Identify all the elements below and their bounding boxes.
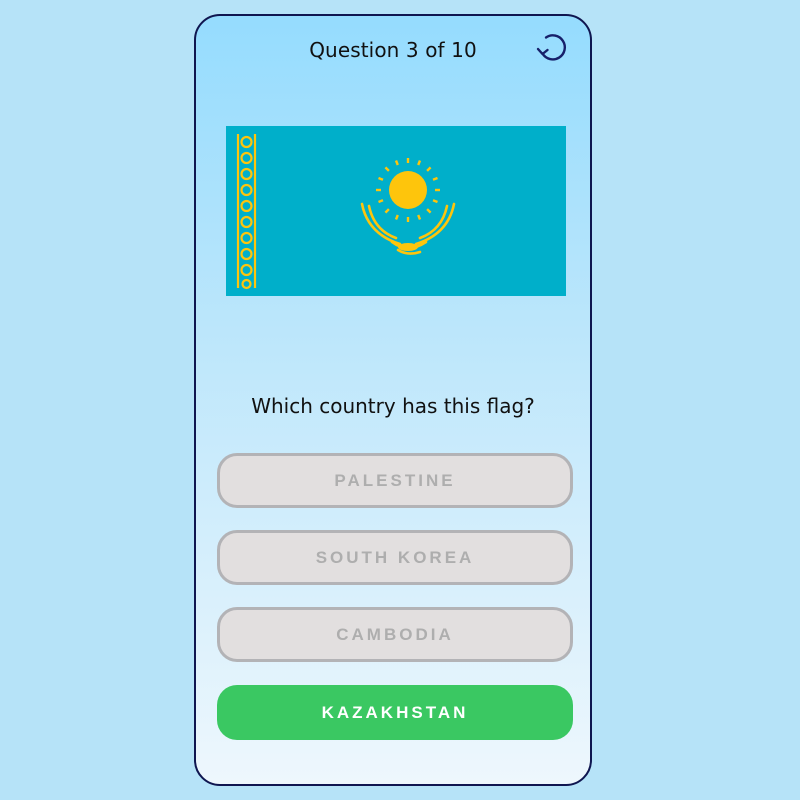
question-counter: Question 3 of 10	[309, 38, 477, 62]
restart-button[interactable]	[532, 27, 572, 67]
flag-sun	[389, 171, 427, 209]
kazakhstan-flag	[226, 126, 566, 296]
answer-option-cambodia[interactable]: CAMBODIA	[217, 607, 573, 662]
flag-background	[226, 126, 566, 296]
question-text: Which country has this flag?	[251, 394, 535, 418]
quiz-card: Question 3 of 10 Which country has this …	[194, 14, 592, 786]
restart-icon	[536, 34, 567, 61]
answer-option-kazakhstan[interactable]: KAZAKHSTAN	[217, 685, 573, 740]
answer-option-palestine[interactable]: PALESTINE	[217, 453, 573, 508]
answer-option-south-korea[interactable]: SOUTH KOREA	[217, 530, 573, 585]
